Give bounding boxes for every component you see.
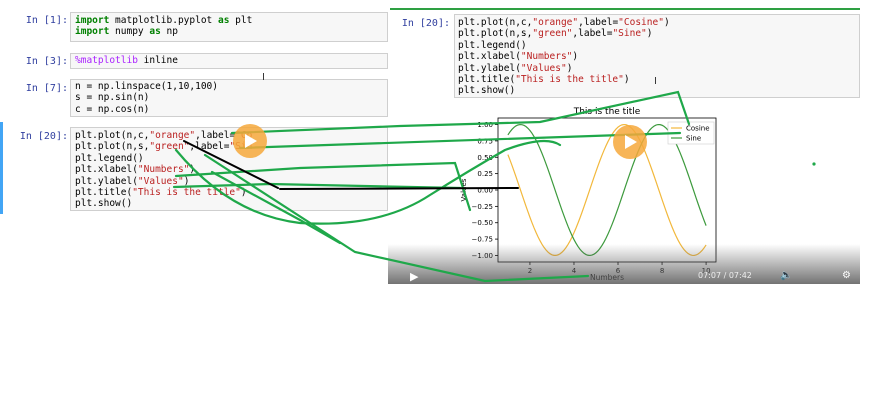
annotation-stroke-green xyxy=(230,90,691,135)
annotation-stroke-green xyxy=(172,182,462,190)
text-cursor-icon: I xyxy=(262,72,265,83)
annotation-stroke-green xyxy=(174,139,562,225)
annotation-stroke-green xyxy=(210,170,342,245)
annotation-stroke-black xyxy=(279,187,519,190)
text-cursor-icon: I xyxy=(654,76,657,87)
annotation-layer xyxy=(172,90,816,283)
annotation-dot xyxy=(812,162,816,166)
annotation-stroke-green xyxy=(203,153,590,283)
